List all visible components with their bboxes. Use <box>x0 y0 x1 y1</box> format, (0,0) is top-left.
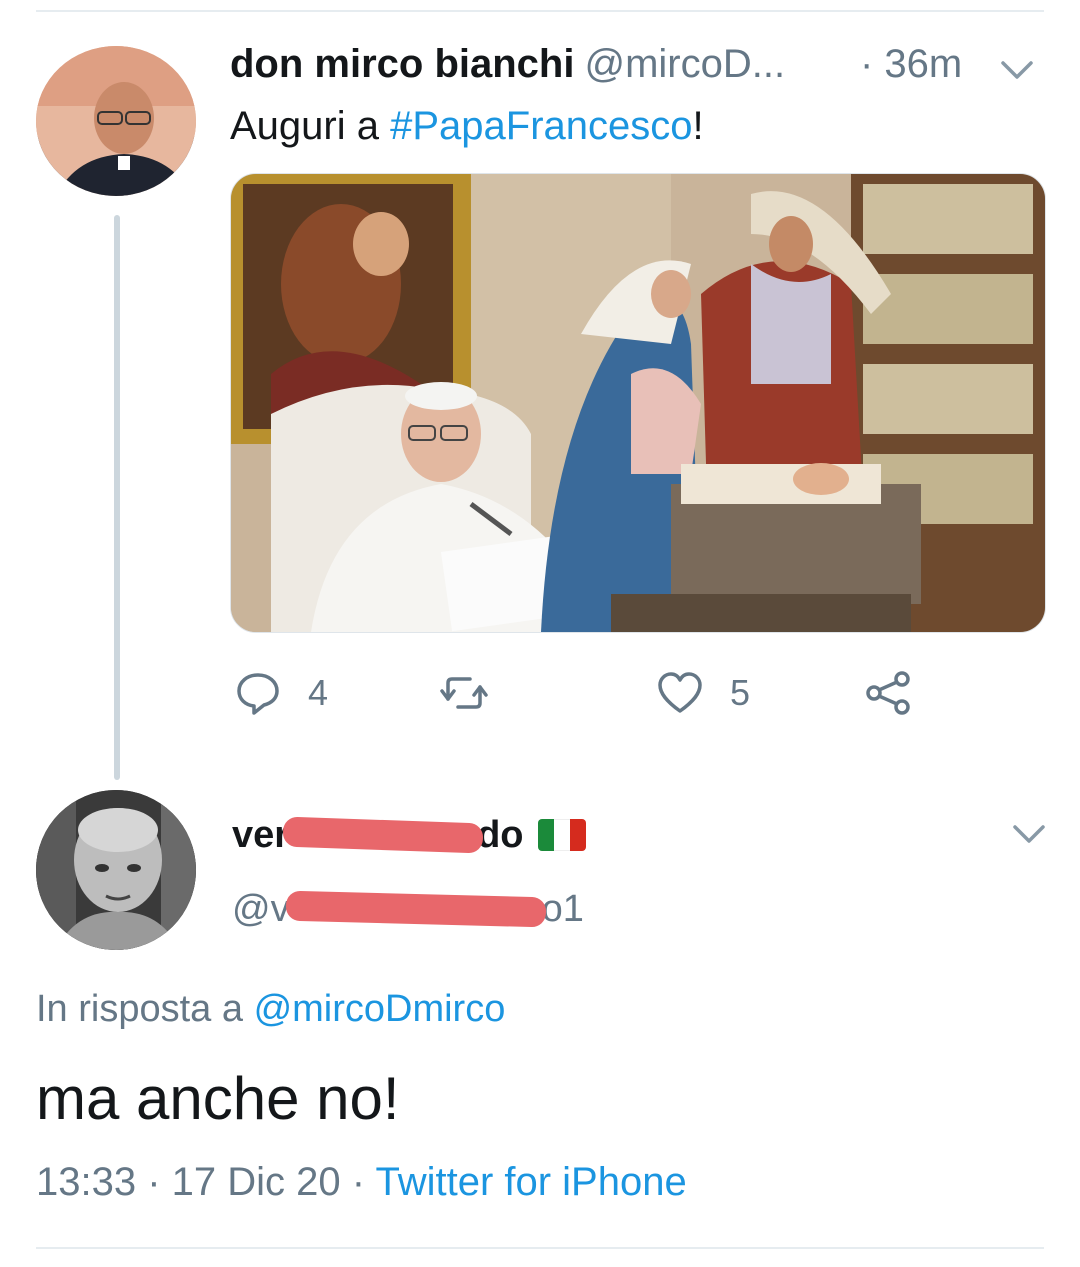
retweet-button[interactable] <box>440 668 488 718</box>
tweet1-photo[interactable] <box>230 173 1046 633</box>
tweet2-time: 13:33 <box>36 1160 137 1204</box>
tweet1-hashtag-link[interactable]: #PapaFrancesco <box>390 104 692 148</box>
tweet1-text-prefix: Auguri a <box>230 104 391 148</box>
thread-connector-line <box>114 215 120 780</box>
reply-context: In risposta a @mircoDmirco <box>36 988 505 1031</box>
reply-context-label: In risposta a <box>36 988 254 1030</box>
avatar-portrait-2 <box>36 790 196 950</box>
tweet2-date: 17 Dic 20 <box>171 1160 341 1204</box>
tweet1-header: don mirco bianchi @mircoD... · 36m <box>230 42 1050 92</box>
tweet1-display-name[interactable]: don mirco bianchi <box>230 42 574 86</box>
top-divider <box>36 10 1044 12</box>
tweet2-meta: 13:33 · 17 Dic 20 · Twitter for iPhone <box>36 1160 687 1205</box>
italy-flag-icon <box>537 819 586 851</box>
tweet2-handle-end: o1 <box>541 887 584 930</box>
reply-mention-link[interactable]: @mircoDmirco <box>254 988 506 1030</box>
redaction-handle <box>285 890 546 928</box>
tweet2-handle[interactable]: @v o1 <box>232 884 584 934</box>
tweet1-text: Auguri a #PapaFrancesco! <box>230 104 704 149</box>
tweet2-text: ma anche no! <box>36 1065 400 1132</box>
retweet-icon <box>440 677 488 709</box>
like-button[interactable]: 5 <box>656 668 750 718</box>
share-button[interactable] <box>864 668 912 718</box>
tweet2-name-start: ver <box>232 813 290 856</box>
avatar-don-mirco[interactable] <box>36 46 196 196</box>
tweet1-handle[interactable]: @mircoD... <box>584 42 785 86</box>
tweet1-text-suffix: ! <box>692 104 704 148</box>
like-count: 5 <box>730 672 751 713</box>
tweet-thread-page: don mirco bianchi @mircoD... · 36m Auguri… <box>0 0 1080 1267</box>
avatar-replier[interactable] <box>36 790 196 950</box>
reply-count: 4 <box>308 672 329 713</box>
reply-button[interactable]: 4 <box>234 668 328 718</box>
heart-icon <box>658 672 702 713</box>
photo-pope-nativity <box>231 174 1045 632</box>
chevron-down-icon[interactable] <box>1000 58 1034 82</box>
reply-icon <box>237 673 279 715</box>
chevron-down-icon[interactable] <box>1012 822 1046 846</box>
tweet2-handle-start: @v <box>232 887 290 930</box>
tweet2-name-end: do <box>477 813 524 856</box>
bottom-divider <box>36 1247 1044 1249</box>
avatar-portrait-1 <box>36 46 196 196</box>
redaction-name <box>282 816 484 854</box>
meta-separator-2: · <box>340 1160 376 1204</box>
tweet1-timestamp[interactable]: · 36m <box>860 42 962 87</box>
tweet2-source-link[interactable]: Twitter for iPhone <box>375 1160 686 1204</box>
meta-separator-1: · <box>136 1160 172 1204</box>
share-icon <box>866 671 910 715</box>
tweet2-display-name[interactable]: ver do <box>232 810 586 860</box>
